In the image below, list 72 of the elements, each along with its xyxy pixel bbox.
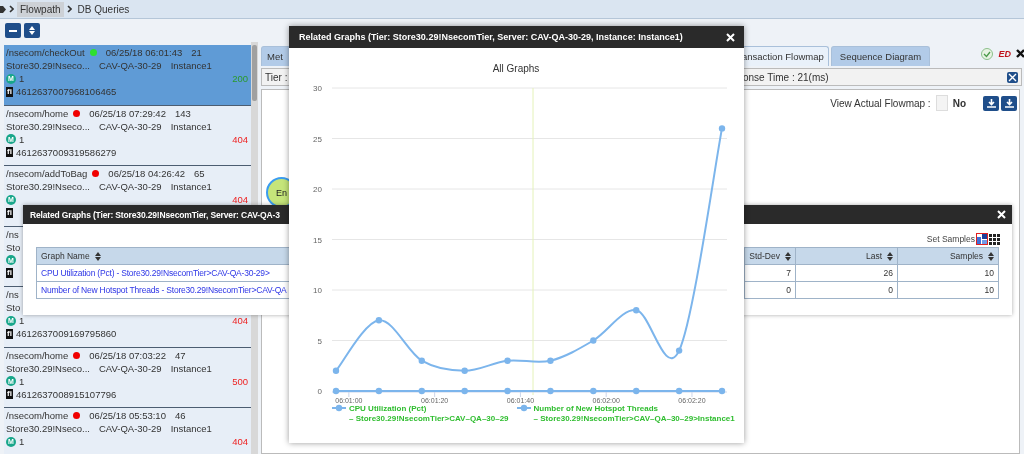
- instance-name: Instance1: [170, 423, 212, 434]
- method-count: 1: [19, 375, 25, 387]
- server-name: CAV-QA-30-29: [98, 423, 162, 434]
- server-name: CAV-QA-30-29: [98, 181, 162, 192]
- server-name: CAV-QA-30-29: [98, 362, 162, 374]
- response-time: 21: [191, 47, 202, 58]
- tier-name: Store30.29!Nseco...: [6, 423, 90, 434]
- tier-name: Store30.29!Nseco...: [6, 60, 90, 71]
- y-axis-label: 10: [313, 286, 322, 295]
- y-axis-label: 25: [313, 134, 322, 144]
- flowpath-id: 4612637009319586279: [15, 146, 117, 158]
- status-code: 404: [232, 133, 248, 145]
- flowpath-id: 4612637007968106465: [15, 86, 117, 97]
- status-code: 500: [232, 375, 248, 387]
- table-cell: 26: [795, 264, 898, 282]
- y-axis-label: 15: [313, 235, 322, 245]
- flowpath-id: 4612637009169795860: [15, 328, 117, 339]
- response-time: 47: [174, 349, 186, 361]
- url-path: /nsecom/home: [6, 349, 69, 361]
- status-code: 404: [232, 315, 248, 326]
- method-count: 1: [19, 315, 25, 326]
- status-code: 200: [232, 73, 248, 84]
- timestamp: 06/25/18 07:03:22: [89, 349, 166, 361]
- instance-name: Instance1: [170, 60, 212, 71]
- tier-name: Store30.29!Nseco...: [6, 362, 90, 374]
- y-axis-label: 20: [313, 185, 322, 194]
- url-path: /nsecom/home: [6, 410, 69, 421]
- tier-name: Sto: [6, 241, 21, 253]
- status-code: 404: [232, 194, 248, 205]
- url-path: /nsecom/addToBag: [6, 168, 88, 179]
- timestamp: 06/25/18 06:01:43: [105, 47, 183, 58]
- id-badge: fi: [6, 147, 13, 157]
- response-time: 143: [174, 107, 191, 119]
- tier-name: Store30.29!Nseco...: [6, 120, 90, 132]
- response-time: 65: [193, 168, 205, 179]
- dialog-title: Related Graphs (Tier: Store30.29!NsecomTier, Server: CAV-QA-30-29, Instance: Instance1): [299, 32, 683, 42]
- method-count: 1: [19, 73, 25, 84]
- instance-name: Instance1: [170, 120, 212, 132]
- timestamp: 06/25/18 05:53:10: [89, 410, 166, 421]
- instance-name: Instance1: [170, 362, 212, 374]
- id-badge: fi: [6, 328, 13, 339]
- response-time-label: onse Time : 21(ms): [743, 71, 830, 83]
- id-badge: fi: [6, 207, 13, 218]
- timestamp: 06/25/18 04:26:42: [108, 168, 185, 179]
- tier-label: Tier :: [265, 71, 289, 83]
- timestamp: 06/25/18 07:29:42: [89, 107, 166, 119]
- table-cell: 10: [897, 264, 999, 282]
- status-code: 404: [232, 436, 248, 447]
- url-path: /ns: [6, 289, 19, 300]
- response-time: 46: [174, 410, 186, 421]
- id-badge: fi: [6, 268, 13, 278]
- server-name: CAV-QA-30-29: [98, 120, 162, 132]
- tier-name: Store30.29!Nseco...: [6, 181, 90, 192]
- tier-name: Sto: [6, 302, 21, 313]
- table-cell: 10: [897, 281, 999, 299]
- table-cell: 0: [795, 281, 898, 299]
- view-actual-value: No: [952, 97, 966, 109]
- id-badge: fi: [6, 389, 13, 399]
- view-actual-label: View Actual Flowmap :: [830, 97, 931, 109]
- y-axis-label: 5: [317, 336, 322, 346]
- method-count: 1: [19, 133, 25, 145]
- id-badge: fi: [6, 86, 13, 97]
- y-axis-label: 0: [317, 387, 322, 396]
- chart-title: All Graphs: [492, 63, 540, 74]
- instance-name: Instance1: [170, 181, 212, 192]
- server-name: CAV-QA-30-29: [98, 60, 162, 71]
- url-path: /nsecom/home: [6, 107, 69, 119]
- y-axis-label: 30: [313, 84, 322, 93]
- url-path: /nsecom/checkOut: [6, 47, 85, 58]
- url-path: /ns: [6, 228, 19, 240]
- flowpath-id: 4612637008915107796: [15, 388, 117, 400]
- method-count: 1: [19, 436, 25, 447]
